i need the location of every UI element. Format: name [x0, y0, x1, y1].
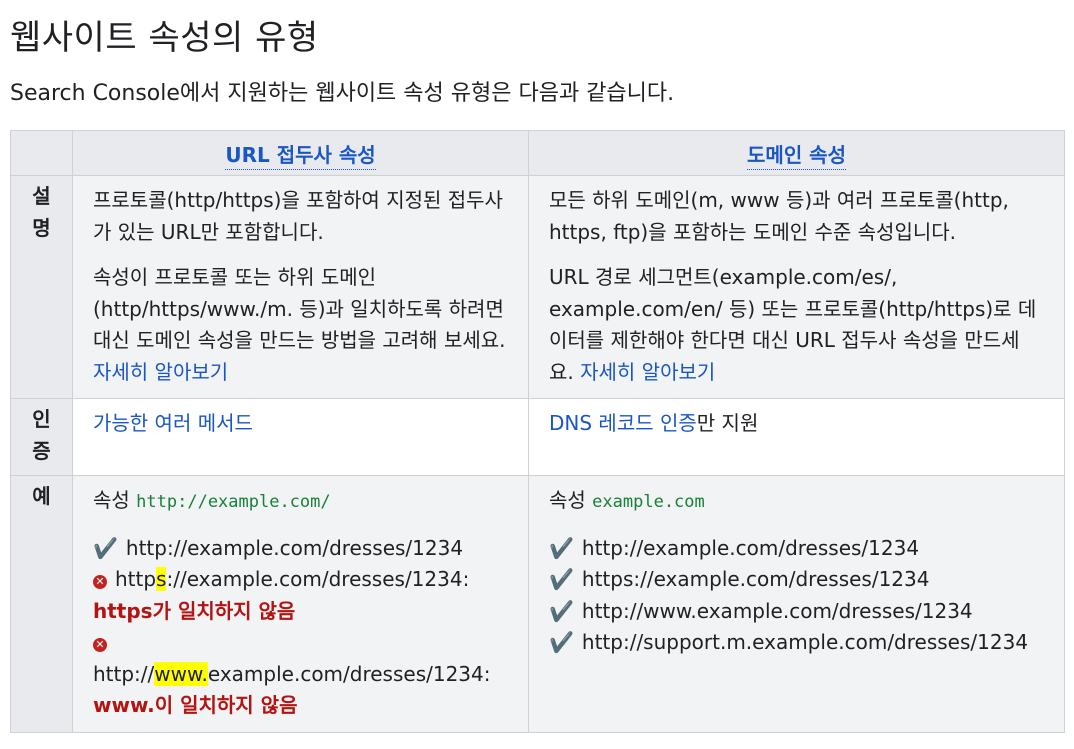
table-header-row: URL 접두사 속성 도메인 속성 [10, 130, 1065, 176]
row-label-example: 예 [10, 475, 73, 733]
property-types-table: URL 접두사 속성 도메인 속성 설명 프로토콜(http/https)을 포… [10, 130, 1065, 733]
example-ok-line: ✔️ https://example.com/dresses/1234 [549, 567, 930, 591]
example-domain: 속성 example.com ✔️ http://example.com/dres… [528, 475, 1065, 733]
header-url-prefix[interactable]: URL 접두사 속성 [72, 130, 529, 176]
description-domain-p1: 모든 하위 도메인(m, www 등)과 여러 프로토콜(http, https… [549, 188, 1009, 244]
table-row-example: 예 속성 http://example.com/ ✔️ http://exampl… [10, 475, 1065, 733]
property-code: http://example.com/ [136, 492, 331, 512]
check-mark-icon: ✔️ [549, 630, 574, 654]
row-label-description: 설명 [10, 175, 73, 399]
property-code: example.com [592, 492, 705, 512]
description-url-prefix-p1: 프로토콜(http/https)을 포함하여 지정된 접두사가 있는 URL만 … [93, 188, 503, 244]
check-mark-icon: ✔️ [549, 535, 574, 560]
verification-methods-link[interactable]: 가능한 여러 메서드 [93, 411, 253, 435]
example-ok-line: ✔️ http://example.com/dresses/1234 [93, 535, 464, 560]
example-ok-line: ✔️ http://example.com/dresses/1234 [549, 535, 920, 560]
header-domain[interactable]: 도메인 속성 [528, 130, 1065, 176]
example-url-prefix-property: 속성 http://example.com/ [93, 488, 331, 512]
intro-text: Search Console에서 지원하는 웹사이트 속성 유형은 다음과 같습… [10, 81, 675, 106]
page-title: 웹사이트 속성의 유형 [10, 18, 319, 58]
page: 웹사이트 속성의 유형 Search Console에서 지원하는 웹사이트 속… [0, 0, 1074, 749]
example-ok-line: ✔️ http://www.example.com/dresses/1234 [549, 598, 973, 623]
example-bad-line-www: ✕http://www.example.com/dresses/1234: ww… [93, 638, 491, 717]
error-reason: https가 일치하지 않음 [93, 598, 296, 623]
example-domain-property: 속성 example.com [549, 488, 705, 512]
example-url-prefix: 속성 http://example.com/ ✔️ http://example.… [72, 475, 529, 733]
example-bad-line-https: ✕ https://example.com/dresses/1234: https… [93, 567, 470, 623]
cross-mark-icon: ✕ [93, 575, 107, 589]
row-label-verification: 인증 [10, 398, 73, 476]
check-mark-icon: ✔️ [549, 567, 574, 591]
verification-url-prefix: 가능한 여러 메서드 [72, 398, 529, 476]
example-domain-urls: ✔️ http://example.com/dresses/1234 ✔️ http… [549, 533, 1044, 659]
example-ok-line: ✔️ http://support.m.example.com/dresses/1… [549, 630, 1029, 654]
cross-mark-icon: ✕ [93, 638, 107, 652]
table-row-verification: 인증 가능한 여러 메서드 DNS 레코드 인증만 지원 [10, 398, 1065, 476]
dns-verification-link[interactable]: DNS 레코드 인증 [549, 411, 697, 435]
table-row-description: 설명 프로토콜(http/https)을 포함하여 지정된 접두사가 있는 UR… [10, 175, 1065, 399]
verification-domain: DNS 레코드 인증만 지원 [528, 398, 1065, 476]
description-domain-p2: URL 경로 세그먼트(example.com/es/, example.com… [549, 265, 1037, 384]
check-mark-icon: ✔️ [549, 598, 574, 623]
header-empty [10, 130, 73, 176]
learn-more-link-domain[interactable]: 자세히 알아보기 [580, 360, 715, 384]
learn-more-link-url-prefix[interactable]: 자세히 알아보기 [93, 360, 228, 384]
description-url-prefix-p2: 속성이 프로토콜 또는 하위 도메인(http/https/www./m. 등)… [93, 265, 506, 384]
description-domain: 모든 하위 도메인(m, www 등)과 여러 프로토콜(http, https… [528, 175, 1065, 399]
description-url-prefix: 프로토콜(http/https)을 포함하여 지정된 접두사가 있는 URL만 … [72, 175, 529, 399]
check-mark-icon: ✔️ [93, 535, 118, 560]
error-reason: www.이 일치하지 않음 [93, 693, 298, 717]
example-url-prefix-urls: ✔️ http://example.com/dresses/1234 ✕ https… [93, 533, 508, 722]
